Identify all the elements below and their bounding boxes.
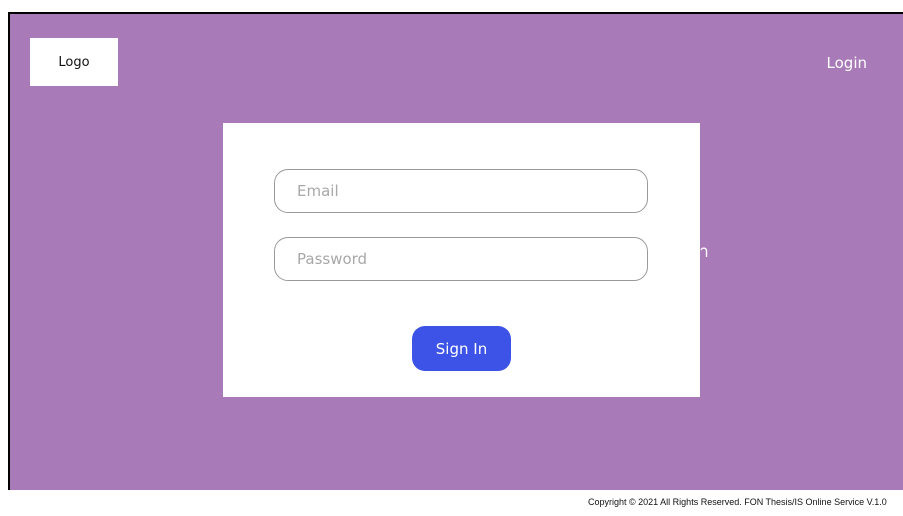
footer: Copyright © 2021 All Rights Reserved. FO… [0,490,903,516]
sign-in-button[interactable]: Sign In [412,326,511,371]
logo[interactable]: Logo [30,38,118,86]
logo-label: Logo [58,54,90,70]
password-field[interactable] [274,237,648,281]
copyright-text: Copyright © 2021 All Rights Reserved. FO… [588,497,887,507]
login-modal: Sign In [223,123,700,397]
email-field[interactable] [274,169,648,213]
page-background: Logo Login ษา Sign In [8,12,903,490]
login-link[interactable]: Login [827,54,867,72]
